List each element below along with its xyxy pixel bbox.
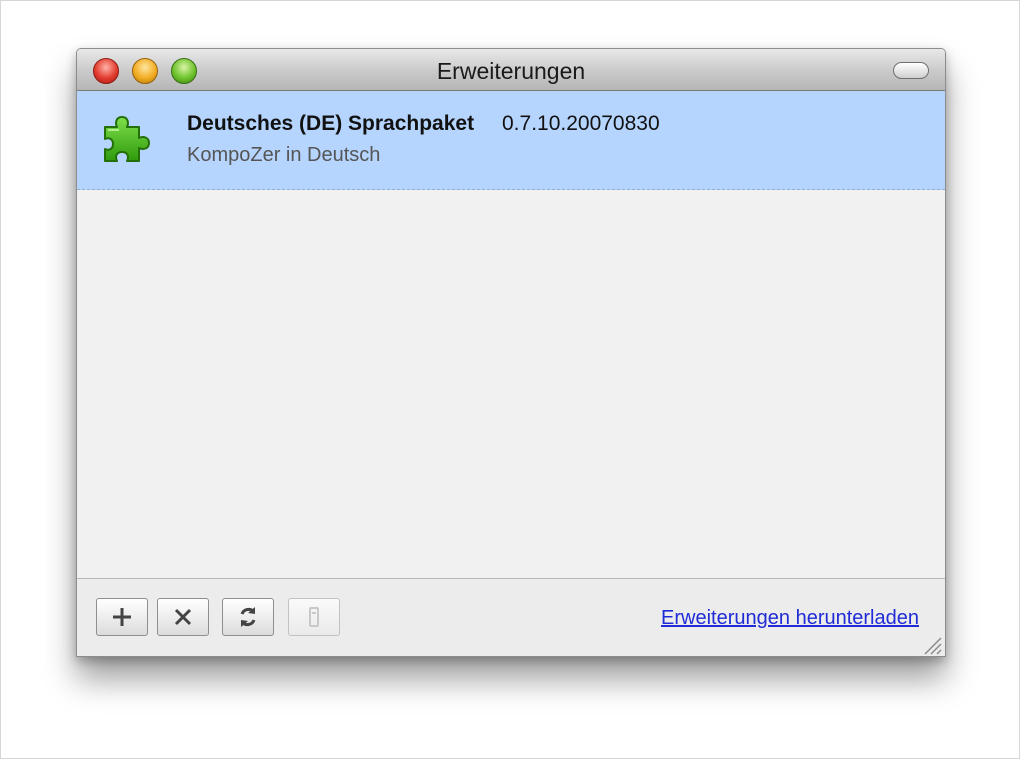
plus-icon [113,608,131,626]
screenshot-frame: Erweiterungen Deutsches (DE) Sprachpaket [0,0,1020,759]
footer-toolbar: Erweiterungen herunterladen [77,580,945,656]
toolbar-toggle-button[interactable] [893,62,929,79]
update-extensions-button[interactable] [222,598,274,636]
extensions-list[interactable]: Deutsches (DE) Sprachpaket 0.7.10.200708… [77,91,945,579]
disabled-toolbar-button[interactable] [288,598,340,636]
download-extensions-link[interactable]: Erweiterungen herunterladen [661,607,919,630]
puzzle-piece-icon [104,116,150,162]
title-bar[interactable]: Erweiterungen [77,49,945,91]
add-extension-button[interactable] [96,598,148,636]
remove-extension-button[interactable] [157,598,209,636]
extensions-window: Erweiterungen Deutsches (DE) Sprachpaket [76,48,946,657]
slot-icon [309,607,319,627]
extension-description: KompoZer in Deutsch [187,144,381,166]
extension-name: Deutsches (DE) Sprachpaket [187,112,475,135]
extension-version: 0.7.10.20070830 [502,112,660,135]
list-item[interactable]: Deutsches (DE) Sprachpaket 0.7.10.200708… [77,91,945,190]
x-icon [174,608,192,626]
window-title: Erweiterungen [436,58,586,84]
refresh-icon [240,607,256,627]
resize-grip-icon[interactable] [920,633,942,655]
